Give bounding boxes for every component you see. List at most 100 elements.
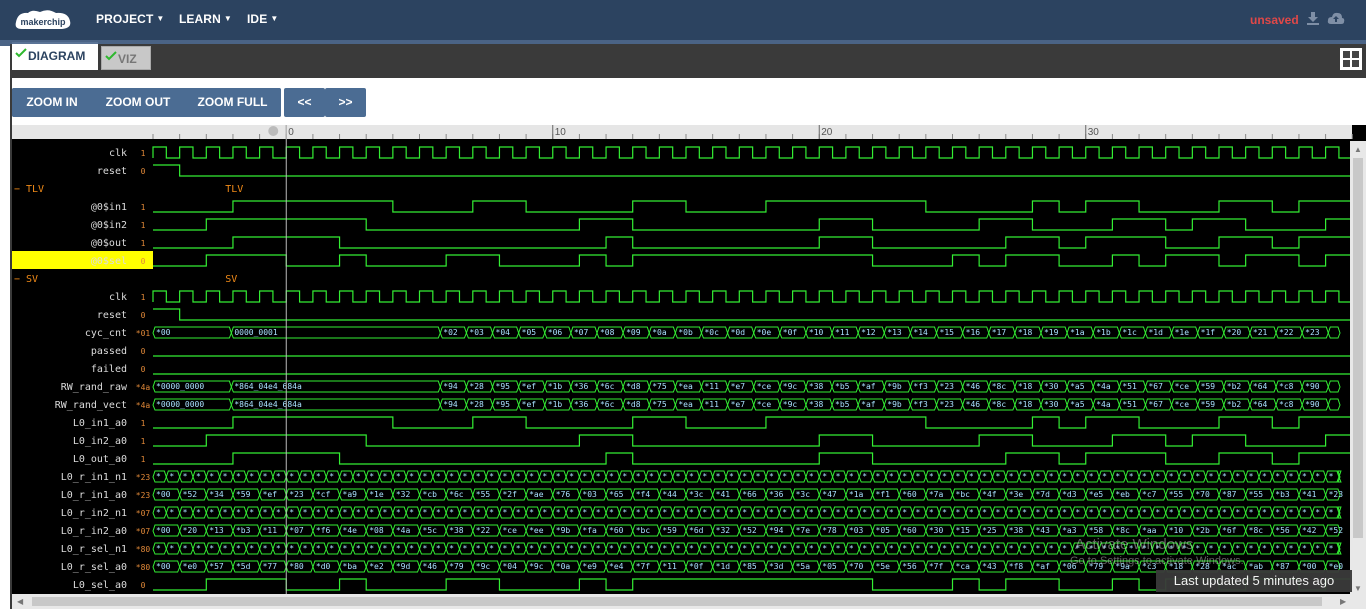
scope-label: TLV <box>225 184 243 195</box>
bus-value-label: *6c <box>600 400 615 409</box>
bus-value-label: *36 <box>574 382 589 391</box>
bus-value-label: *ba <box>343 562 358 571</box>
bus-value-marker: * <box>636 544 641 553</box>
bus-value-label: *7f <box>929 562 944 571</box>
bus-value-label: *00 <box>156 562 171 571</box>
bus-value-marker: * <box>529 544 534 553</box>
bus-value-marker: * <box>862 544 867 553</box>
bus-value-label: *67 <box>1148 400 1163 409</box>
bus-value-label: *21 <box>1253 328 1268 337</box>
bus-value-marker: * <box>356 472 361 481</box>
bus-value-marker: * <box>409 472 414 481</box>
bus-value-marker: * <box>1249 472 1254 481</box>
last-updated-toast: Last updated 5 minutes ago <box>1156 570 1352 592</box>
tab-diagram[interactable]: DIAGRAM <box>12 42 98 70</box>
makerchip-logo[interactable]: makerchip <box>12 8 74 32</box>
bus-value-marker: * <box>329 544 334 553</box>
download-icon[interactable] <box>1306 11 1320 25</box>
bus-value-marker: * <box>263 508 268 517</box>
bus-value-label: *07 <box>574 328 589 337</box>
bus-value-label: *4f <box>982 490 997 499</box>
signal-value: 0 <box>141 311 146 320</box>
bus-value-label: *b2 <box>1227 382 1242 391</box>
nav-project[interactable]: PROJECT ▼ <box>96 12 164 26</box>
bus-value-marker: * <box>649 472 654 481</box>
bus-value-label: *0a <box>556 562 571 571</box>
bus-value-marker: * <box>409 508 414 517</box>
bus-value-marker: * <box>836 508 841 517</box>
cloud-upload-icon[interactable] <box>1327 11 1345 25</box>
nav-ide[interactable]: IDE ▼ <box>247 12 278 26</box>
tab-viz-label: VIZ <box>118 52 137 66</box>
bus-value-label: *3d <box>769 562 784 571</box>
timeline-tick-label: 10 <box>555 127 567 138</box>
scroll-down-icon[interactable]: ▼ <box>1354 584 1362 593</box>
bus-value-label: *04 <box>502 562 517 571</box>
bus-value-label: *b2 <box>1227 400 1242 409</box>
bus-value-label: *76 <box>556 490 571 499</box>
bus-value-label: *0000_0000 <box>156 400 204 409</box>
layout-grid-icon[interactable] <box>1340 48 1362 70</box>
bus-value-label: *9b <box>556 526 571 535</box>
bus-value-marker: * <box>822 508 827 517</box>
bus-value-marker: * <box>1062 544 1067 553</box>
bus-value-marker: * <box>183 544 188 553</box>
signal-name: L0_r_in2_a0 <box>61 526 127 537</box>
prev-button[interactable]: << <box>284 88 325 117</box>
bus-value-marker: * <box>849 544 854 553</box>
signal-name: clk <box>109 292 127 303</box>
bus-value-label: *5a <box>796 562 811 571</box>
bus-value-marker: * <box>876 508 881 517</box>
bus-value-label: *12 <box>861 328 876 337</box>
vertical-scroll-thumb[interactable] <box>1353 158 1363 538</box>
bus-value-label: *1d <box>716 562 731 571</box>
bus-value-marker: * <box>822 544 827 553</box>
scroll-up-icon[interactable]: ▲ <box>1354 145 1362 154</box>
bus-value-marker: * <box>995 544 1000 553</box>
bus-value-marker: * <box>622 508 627 517</box>
boolean-waveform <box>153 308 1366 321</box>
scroll-right-icon[interactable]: ▶ <box>1340 597 1346 606</box>
boolean-waveform <box>153 164 1366 177</box>
bus-value-label: *a9 <box>343 490 358 499</box>
bus-value-label: *90 <box>1305 382 1320 391</box>
bus-value-label: *bc <box>636 526 651 535</box>
bus-value-marker: * <box>556 544 561 553</box>
bus-value-marker: * <box>1062 472 1067 481</box>
bus-value-marker: * <box>889 508 894 517</box>
bus-value-label: *f3 <box>913 400 928 409</box>
bus-value-label: *d0 <box>316 562 331 571</box>
bus-value-label: *10 <box>809 328 824 337</box>
bus-value-marker: * <box>1142 508 1147 517</box>
bus-value-label: *2b <box>1195 526 1210 535</box>
zoom-out-button[interactable]: ZOOM OUT <box>92 88 184 117</box>
bus-value-label: *8c <box>992 400 1007 409</box>
bus-value-marker: * <box>423 472 428 481</box>
signal-name: reset <box>97 166 127 177</box>
bus-value-label: *15 <box>940 328 955 337</box>
zoom-full-button[interactable]: ZOOM FULL <box>184 88 281 117</box>
bus-value-label: *07 <box>289 526 304 535</box>
nav-learn[interactable]: LEARN ▼ <box>179 12 232 26</box>
bus-value-marker: * <box>756 544 761 553</box>
tab-viz[interactable]: VIZ <box>101 46 151 70</box>
bus-value-marker: * <box>449 472 454 481</box>
zoom-in-button[interactable]: ZOOM IN <box>12 88 92 117</box>
bus-value-marker: * <box>982 544 987 553</box>
nav-learn-label: LEARN <box>179 12 221 26</box>
bus-value-marker: * <box>516 472 521 481</box>
scroll-left-icon[interactable]: ◀ <box>17 597 23 606</box>
bus-value-label: *46 <box>966 400 981 409</box>
bus-value-marker: * <box>423 544 428 553</box>
bus-value-marker: * <box>862 472 867 481</box>
bus-value-marker: * <box>1049 472 1054 481</box>
bus-value-label: *43 <box>1035 526 1050 535</box>
next-button[interactable]: >> <box>325 88 366 117</box>
boolean-waveform <box>153 200 1366 213</box>
bus-value-label: *75 <box>652 400 667 409</box>
signal-value: 1 <box>141 455 146 464</box>
bus-value-label: *38 <box>809 400 824 409</box>
horizontal-scroll-thumb[interactable] <box>32 597 1322 606</box>
bus-value-label: *e5 <box>1089 490 1104 499</box>
signal-name: @0$out <box>91 238 127 249</box>
